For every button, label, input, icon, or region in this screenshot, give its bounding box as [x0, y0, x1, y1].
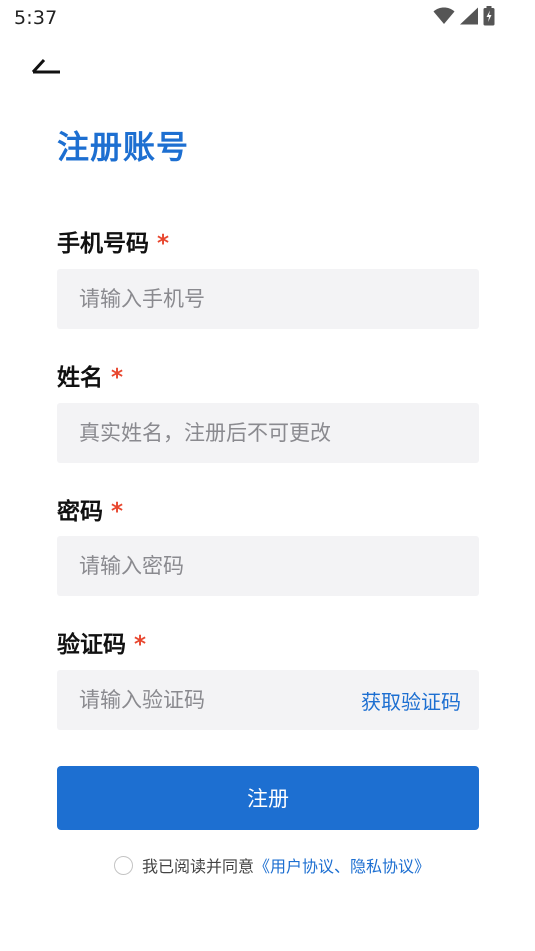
- get-code-button[interactable]: 获取验证码: [361, 686, 461, 715]
- agreement-link[interactable]: 《用户协议、隐私协议》: [254, 853, 430, 877]
- phone-label-text: 手机号码: [57, 231, 149, 257]
- name-label: 姓名 *: [57, 358, 123, 392]
- name-label-text: 姓名: [57, 365, 103, 391]
- name-field[interactable]: [57, 403, 479, 463]
- password-field[interactable]: [57, 536, 479, 596]
- code-input[interactable]: [79, 688, 361, 712]
- required-mark: *: [134, 632, 147, 658]
- register-button[interactable]: 注册: [57, 766, 479, 830]
- back-arrow-icon: [26, 58, 66, 80]
- code-label-text: 验证码: [57, 632, 126, 658]
- code-field[interactable]: 获取验证码: [57, 670, 479, 730]
- status-bar: 5:37: [0, 0, 535, 36]
- required-mark: *: [111, 365, 124, 391]
- phone-field[interactable]: [57, 269, 479, 329]
- required-mark: *: [111, 499, 124, 525]
- status-icons: [433, 6, 495, 30]
- back-button[interactable]: [26, 54, 66, 76]
- agree-checkbox[interactable]: [114, 855, 133, 875]
- status-time: 5:37: [14, 7, 58, 29]
- agreement-text: 我已阅读并同意: [142, 857, 255, 876]
- wifi-icon: [433, 7, 455, 29]
- password-input[interactable]: [79, 554, 461, 578]
- cellular-signal-icon: [459, 7, 479, 29]
- phone-label: 手机号码 *: [57, 224, 169, 258]
- password-label-text: 密码: [57, 499, 103, 525]
- agreement-row: 我已阅读并同意 《用户协议、隐私协议》: [114, 853, 430, 877]
- page-title: 注册账号: [57, 128, 190, 166]
- phone-input[interactable]: [79, 287, 461, 311]
- password-label: 密码 *: [57, 492, 123, 526]
- battery-charging-icon: [483, 6, 495, 30]
- name-input[interactable]: [79, 421, 461, 445]
- code-label: 验证码 *: [57, 625, 146, 659]
- required-mark: *: [157, 231, 170, 257]
